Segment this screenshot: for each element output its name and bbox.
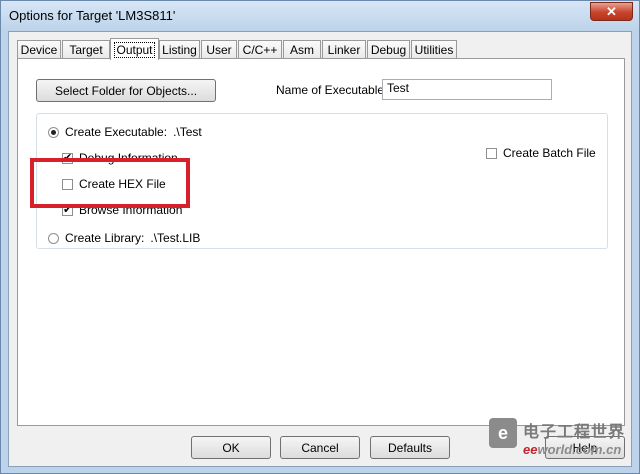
name-of-executable-input[interactable]: Test: [382, 79, 552, 100]
tab-output[interactable]: Output: [110, 38, 159, 60]
tab-listing[interactable]: Listing: [159, 40, 200, 58]
create-executable-path: .\Test: [173, 125, 202, 139]
tab-target[interactable]: Target: [62, 40, 110, 58]
watermark-en: eeworld.com.cn: [523, 442, 622, 457]
create-library-radio[interactable]: Create Library: .\Test.LIB: [48, 231, 200, 245]
browse-information-check-box[interactable]: ✔: [62, 204, 73, 216]
debug-information-check-box[interactable]: ✔: [62, 152, 73, 164]
ok-button[interactable]: OK: [191, 436, 271, 459]
create-library-radio-dot[interactable]: [48, 232, 59, 244]
create-executable-radio[interactable]: Create Executable: .\Test: [48, 125, 202, 139]
radio-selected-dot: [51, 129, 56, 135]
close-button[interactable]: ✕: [590, 2, 633, 21]
tab-utilities[interactable]: Utilities: [411, 40, 457, 58]
select-folder-button[interactable]: Select Folder for Objects...: [36, 79, 216, 102]
create-batch-file-label: Create Batch File: [503, 146, 596, 160]
window-title: Options for Target 'LM3S811': [9, 8, 176, 23]
tab-c-cpp[interactable]: C/C++: [238, 40, 282, 58]
cancel-button[interactable]: Cancel: [280, 436, 360, 459]
tab-debug[interactable]: Debug: [367, 40, 410, 58]
name-of-executable-label: Name of Executable:: [276, 83, 388, 97]
create-batch-file-check-box[interactable]: [486, 147, 497, 159]
debug-information-label: Debug Information: [79, 151, 178, 165]
watermark-logo: e 电子工程世界 eeworld.com.cn: [489, 418, 629, 466]
tab-linker[interactable]: Linker: [322, 40, 366, 58]
debug-information-checkbox[interactable]: ✔ Debug Information: [62, 151, 178, 165]
create-executable-radio-dot[interactable]: [48, 126, 59, 138]
create-library-path: .\Test.LIB: [150, 231, 201, 245]
browse-information-checkbox[interactable]: ✔ Browse Information: [62, 203, 182, 217]
title-bar: Options for Target 'LM3S811' ✕: [1, 1, 639, 31]
create-library-label: Create Library:: [65, 231, 145, 245]
dialog-client-area: Device Target Output Listing User C/C++ …: [8, 31, 632, 467]
create-executable-label: Create Executable:: [65, 125, 168, 139]
close-icon: ✕: [606, 3, 617, 19]
tab-device[interactable]: Device: [17, 40, 61, 58]
output-tab-panel: Select Folder for Objects... Name of Exe…: [17, 58, 625, 426]
options-dialog: Options for Target 'LM3S811' ✕ Device Ta…: [0, 0, 640, 474]
create-hex-file-label: Create HEX File: [79, 177, 166, 191]
create-batch-file-checkbox[interactable]: Create Batch File: [486, 146, 596, 160]
eeworld-logo-icon: e: [489, 418, 517, 448]
defaults-button[interactable]: Defaults: [370, 436, 450, 459]
browse-information-label: Browse Information: [79, 203, 183, 217]
tab-user[interactable]: User: [201, 40, 237, 58]
create-hex-file-checkbox[interactable]: Create HEX File: [62, 177, 166, 191]
watermark-cn: 电子工程世界: [523, 424, 626, 441]
tab-asm[interactable]: Asm: [283, 40, 321, 58]
create-hex-file-check-box[interactable]: [62, 178, 73, 190]
